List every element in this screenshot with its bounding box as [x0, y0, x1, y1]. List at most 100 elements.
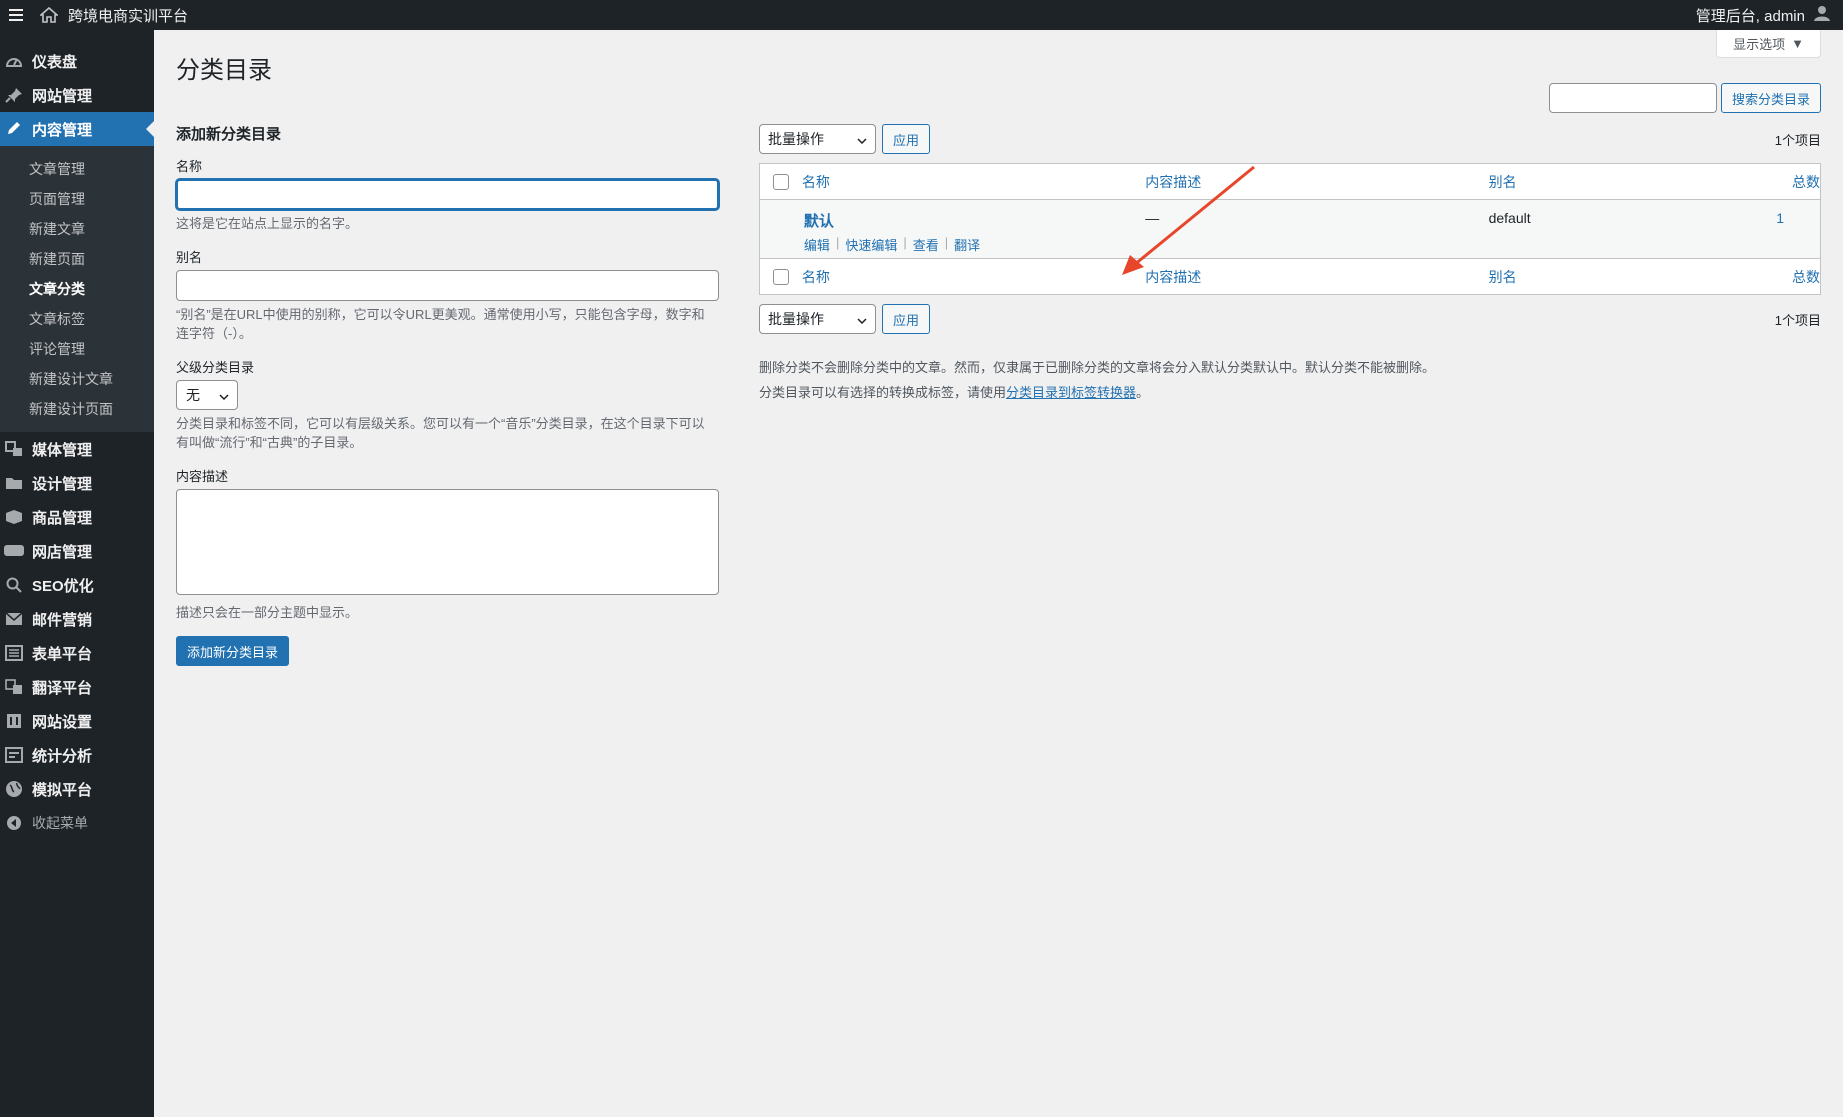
content-submenu: 文章管理 页面管理 新建文章 新建页面 文章分类 文章标签 评论管理 新建设计文… [0, 146, 154, 432]
translate-icon [2, 677, 26, 697]
hamburger-icon[interactable] [4, 9, 28, 21]
column-name[interactable]: 名称 [802, 172, 1145, 192]
slug-input[interactable] [176, 270, 719, 301]
search-box: 搜索分类目录 [1548, 83, 1821, 113]
collapse-menu-button[interactable]: 收起菜单 [0, 806, 154, 840]
search-input[interactable] [1548, 83, 1717, 113]
chevron-down-icon [857, 311, 867, 327]
admin-sidebar: 仪表盘 网站管理 内容管理 文章管理 页面管理 新建文章 新建页面 文章分类 文… [0, 30, 154, 1117]
menu-shop[interactable]: 网店管理 [0, 534, 154, 568]
menu-email[interactable]: 邮件营销 [0, 602, 154, 636]
column-count-footer[interactable]: 总数 [1744, 267, 1820, 287]
description-help: 描述只会在一部分主题中显示。 [176, 605, 359, 620]
slug-help: “别名”是在URL中使用的别称，它可以令URL更美观。通常使用小写，只能包含字母… [176, 307, 705, 341]
row-actions: 编辑 | 快速编辑 | 查看 | 翻译 [803, 235, 981, 254]
parent-label: 父级分类目录 [176, 360, 255, 375]
stats-icon [2, 745, 26, 765]
admin-bar: 跨境电商实训平台 管理后台, admin [0, 0, 1843, 30]
annotation-arrow-icon [1122, 165, 1255, 275]
select-all-checkbox-footer[interactable] [772, 268, 789, 285]
name-help: 这将是它在站点上显示的名字。 [176, 216, 359, 231]
apply-button-bottom[interactable]: 应用 [882, 304, 931, 334]
apply-button-top[interactable]: 应用 [882, 124, 931, 154]
chevron-down-icon [219, 387, 229, 403]
media-icon [2, 439, 26, 459]
translate-link[interactable]: 翻译 [954, 235, 980, 254]
add-category-form: 添加新分类目录 名称 这将是它在站点上显示的名字。 别名 “别名”是在URL中使… [176, 123, 722, 666]
name-input[interactable] [176, 179, 719, 210]
menu-site-management[interactable]: 网站管理 [0, 78, 154, 112]
collapse-arrow-icon [2, 813, 26, 833]
description-label: 内容描述 [176, 469, 229, 484]
name-label: 名称 [176, 159, 203, 174]
site-name-link[interactable]: 跨境电商实训平台 [68, 5, 188, 26]
category-notes: 删除分类不会删除分类中的文章。然而，仅隶属于已删除分类的文章将会分入默认分类默认… [759, 355, 1821, 405]
select-all-checkbox[interactable] [772, 173, 789, 190]
submenu-new-post[interactable]: 新建文章 [0, 214, 154, 244]
submenu-posts[interactable]: 文章管理 [0, 154, 154, 184]
bulk-action-select-bottom[interactable]: 批量操作 [759, 304, 876, 334]
menu-content-management[interactable]: 内容管理 [0, 112, 154, 146]
page-title: 分类目录 [176, 57, 272, 84]
form-heading: 添加新分类目录 [176, 126, 282, 143]
menu-forms[interactable]: 表单平台 [0, 636, 154, 670]
submenu-categories[interactable]: 文章分类 [0, 274, 154, 304]
menu-translate[interactable]: 翻译平台 [0, 670, 154, 704]
menu-design[interactable]: 设计管理 [0, 466, 154, 500]
add-category-button[interactable]: 添加新分类目录 [176, 636, 290, 666]
menu-simulation[interactable]: 模拟平台 [0, 772, 154, 806]
submenu-tags[interactable]: 文章标签 [0, 304, 154, 334]
home-icon[interactable] [40, 7, 60, 23]
form-icon [2, 643, 26, 663]
bulk-action-select-top[interactable]: 批量操作 [759, 124, 876, 154]
quick-edit-link[interactable]: 快速编辑 [845, 235, 897, 254]
caret-down-icon: ▼ [1791, 36, 1804, 51]
converter-link[interactable]: 分类目录到标签转换器 [1006, 385, 1136, 400]
tablenav-bottom: 批量操作 应用 1个项目 [759, 303, 1821, 335]
parent-select[interactable]: 无 [176, 380, 238, 410]
edit-link[interactable]: 编辑 [804, 235, 830, 254]
submenu-pages[interactable]: 页面管理 [0, 184, 154, 214]
submenu-new-design-post[interactable]: 新建设计文章 [0, 364, 154, 394]
column-slug-footer[interactable]: 别名 [1489, 267, 1745, 287]
description-textarea[interactable] [176, 489, 719, 595]
folder-icon [2, 473, 26, 493]
menu-products[interactable]: 商品管理 [0, 500, 154, 534]
view-link[interactable]: 查看 [913, 235, 939, 254]
box-icon [2, 507, 26, 527]
menu-site-settings[interactable]: 网站设置 [0, 704, 154, 738]
woo-icon [2, 541, 26, 561]
column-name-footer[interactable]: 名称 [802, 267, 1145, 287]
menu-analytics[interactable]: 统计分析 [0, 738, 154, 772]
delete-note: 删除分类不会删除分类中的文章。然而，仅隶属于已删除分类的文章将会分入默认分类默认… [759, 360, 1436, 375]
search-categories-button[interactable]: 搜索分类目录 [1720, 83, 1821, 113]
screen-options-button[interactable]: 显示选项 ▼ [1716, 30, 1821, 58]
item-count-top: 1个项目 [1774, 132, 1821, 148]
column-slug[interactable]: 别名 [1489, 172, 1745, 192]
menu-dashboard[interactable]: 仪表盘 [0, 44, 154, 78]
globe-icon [2, 779, 26, 799]
chevron-down-icon [857, 131, 867, 147]
categories-table: 名称 内容描述 别名 总数 默认 编辑 | 快速编辑 | 查看 | 翻译 — def [759, 163, 1821, 295]
category-name-link[interactable]: 默认 [804, 210, 1145, 231]
submenu-new-page[interactable]: 新建页面 [0, 244, 154, 274]
categories-table-area: 批量操作 应用 1个项目 名称 内容描述 别名 总数 默认 编辑 | 快速编辑 … [759, 123, 1821, 405]
category-count-link[interactable]: 1 [1744, 210, 1820, 226]
user-avatar-icon[interactable] [1813, 4, 1831, 26]
main-content: 显示选项 ▼ 分类目录 搜索分类目录 添加新分类目录 名称 这将是它在站点上显示… [154, 30, 1843, 1117]
menu-media[interactable]: 媒体管理 [0, 432, 154, 466]
tablenav-top: 批量操作 应用 1个项目 [759, 123, 1821, 155]
settings-icon [2, 711, 26, 731]
table-footer: 名称 内容描述 别名 总数 [760, 258, 1820, 294]
column-count[interactable]: 总数 [1744, 172, 1820, 192]
submenu-comments[interactable]: 评论管理 [0, 334, 154, 364]
menu-seo[interactable]: SEO优化 [0, 568, 154, 602]
item-count-bottom: 1个项目 [1774, 312, 1821, 328]
submenu-new-design-page[interactable]: 新建设计页面 [0, 394, 154, 424]
slug-label: 别名 [176, 250, 203, 265]
pencil-icon [2, 119, 26, 139]
parent-help: 分类目录和标签不同，它可以有层级关系。您可以有一个“音乐”分类目录，在这个目录下… [176, 416, 705, 450]
dashboard-icon [2, 51, 26, 71]
account-link[interactable]: 管理后台, admin [1696, 5, 1805, 26]
table-row: 默认 编辑 | 快速编辑 | 查看 | 翻译 — default 1 [760, 200, 1820, 258]
